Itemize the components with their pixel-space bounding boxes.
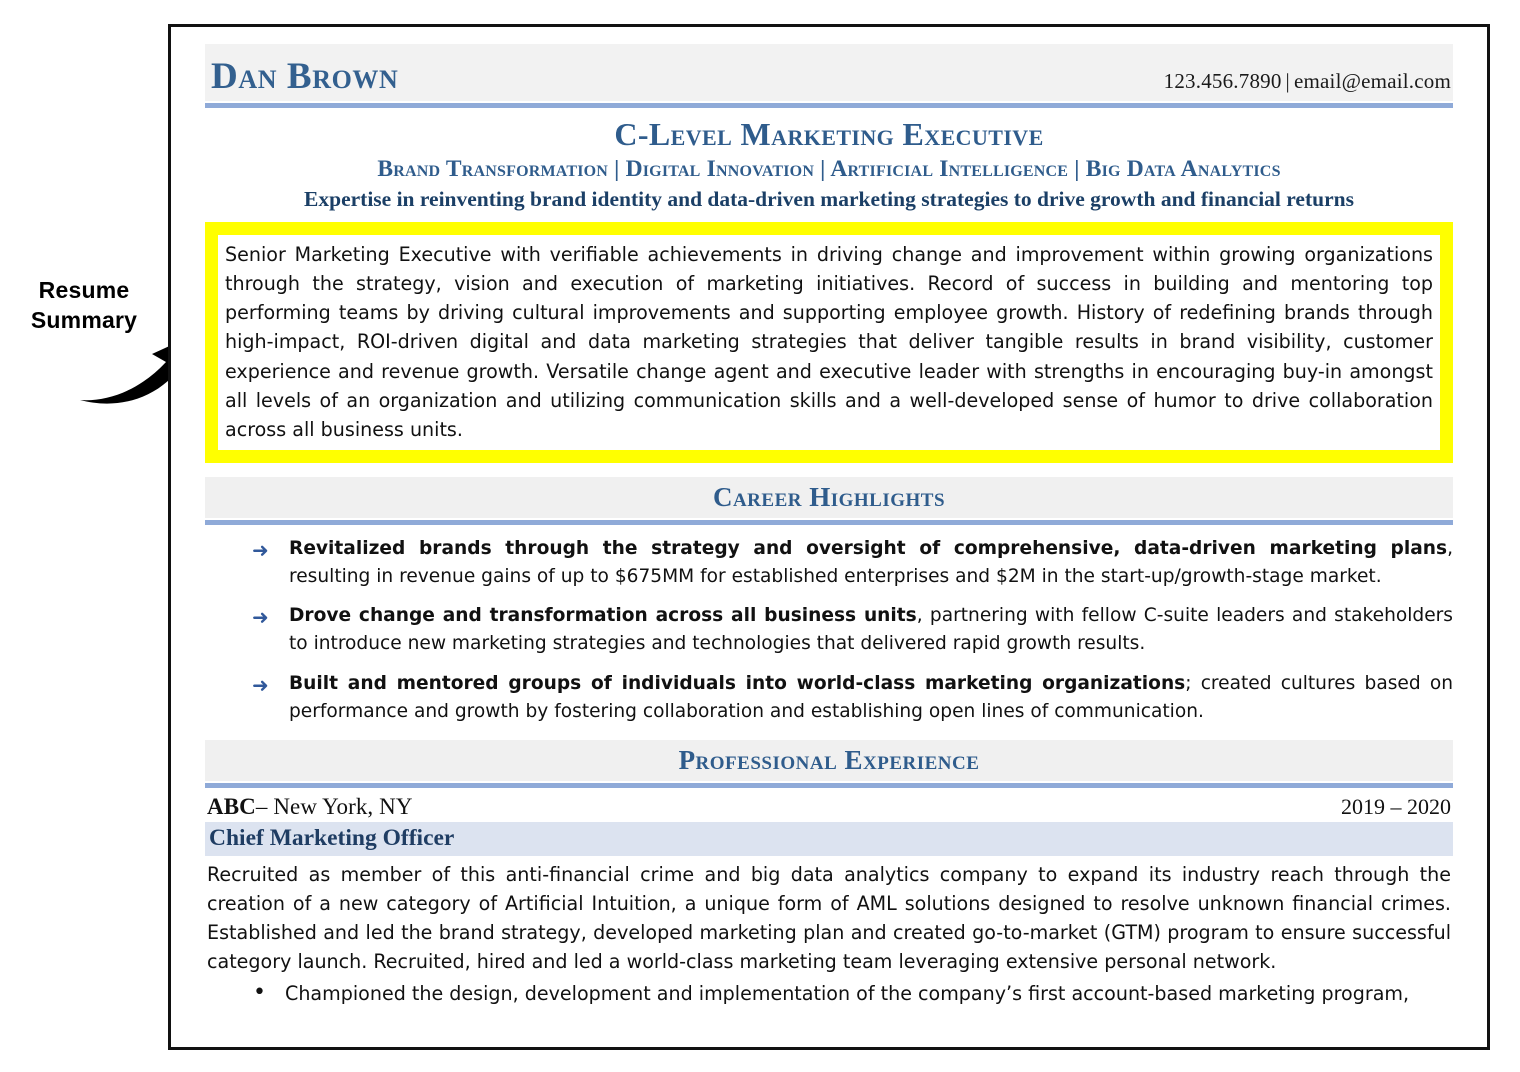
arrow-right-icon: ➜ — [252, 605, 269, 630]
career-highlights-title: Career Highlights — [712, 481, 946, 512]
annotation-label: Resume Summary — [0, 275, 168, 336]
resume-page: Dan Brown 123.456.7890 | email@email.com C… — [168, 24, 1490, 1050]
experience-location: New York, NY — [273, 793, 413, 819]
experience-bullet-text: Championed the design, development and i… — [285, 981, 1410, 1005]
career-highlights-list: ➜ Revitalized brands through the strategy… — [205, 535, 1453, 727]
professional-experience-header: Professional Experience — [205, 740, 1453, 781]
resume-summary-highlight-box: Senior Marketing Executive with verifiab… — [205, 222, 1453, 463]
experience-bullet-list: • Championed the design, development and … — [205, 979, 1453, 1008]
arrow-right-icon: ➜ — [252, 537, 269, 562]
contact-info: 123.456.7890 | email@email.com — [1164, 69, 1451, 94]
career-highlight-item: ➜ Built and mentored groups of individual… — [205, 670, 1453, 727]
arrow-right-icon: ➜ — [252, 672, 269, 697]
career-highlights-rule — [205, 519, 1453, 525]
professional-experience-title: Professional Experience — [678, 745, 980, 776]
career-highlight-lead: Drove change and transformation across a… — [289, 605, 917, 627]
experience-job-title: Chief Marketing Officer — [209, 824, 455, 851]
career-highlight-item: ➜ Drove change and transformation across … — [205, 602, 1453, 659]
headline-tagline: Expertise in reinventing brand identity … — [304, 187, 1354, 212]
contact-phone: 123.456.7890 — [1163, 69, 1282, 93]
headline-block: C-Level Marketing Executive Brand Transf… — [205, 108, 1453, 215]
annotation-label-line1: Resume — [38, 277, 130, 303]
career-highlight-lead: Built and mentored groups of individuals… — [289, 672, 1186, 694]
candidate-name: Dan Brown — [211, 56, 399, 97]
experience-company-dash: – — [255, 793, 268, 819]
contact-email: email@email.com — [1293, 69, 1451, 93]
experience-bullet-item: • Championed the design, development and … — [205, 979, 1453, 1008]
experience-description: Recruited as member of this anti-financi… — [207, 862, 1451, 974]
career-highlights-section: Career Highlights ➜ Revitalized brands th… — [205, 476, 1453, 727]
resume-summary-text: Senior Marketing Executive with verifiab… — [225, 243, 1433, 441]
professional-experience-section: Professional Experience ABC– New York, N… — [205, 740, 1453, 1008]
contact-separator: | — [1285, 69, 1290, 93]
headline-specialties: Brand Transformation | Digital Innovatio… — [377, 155, 1281, 182]
experience-company-line: ABC– New York, NY — [207, 794, 413, 820]
experience-entry-header: ABC– New York, NY 2019 – 2020 — [205, 788, 1453, 822]
annotation-label-line2: Summary — [30, 307, 138, 334]
career-highlight-lead: Revitalized brands through the strategy … — [289, 537, 1448, 559]
experience-dates: 2019 – 2020 — [1341, 793, 1451, 819]
experience-title-bar: Chief Marketing Officer — [205, 821, 1453, 856]
dot-icon: • — [253, 979, 266, 1005]
career-highlight-item: ➜ Revitalized brands through the strategy… — [205, 535, 1453, 592]
headline-title: C-Level Marketing Executive — [614, 116, 1044, 152]
experience-company-name: ABC — [207, 793, 256, 819]
career-highlights-header: Career Highlights — [205, 476, 1453, 518]
resume-header: Dan Brown 123.456.7890 | email@email.com — [205, 44, 1453, 101]
